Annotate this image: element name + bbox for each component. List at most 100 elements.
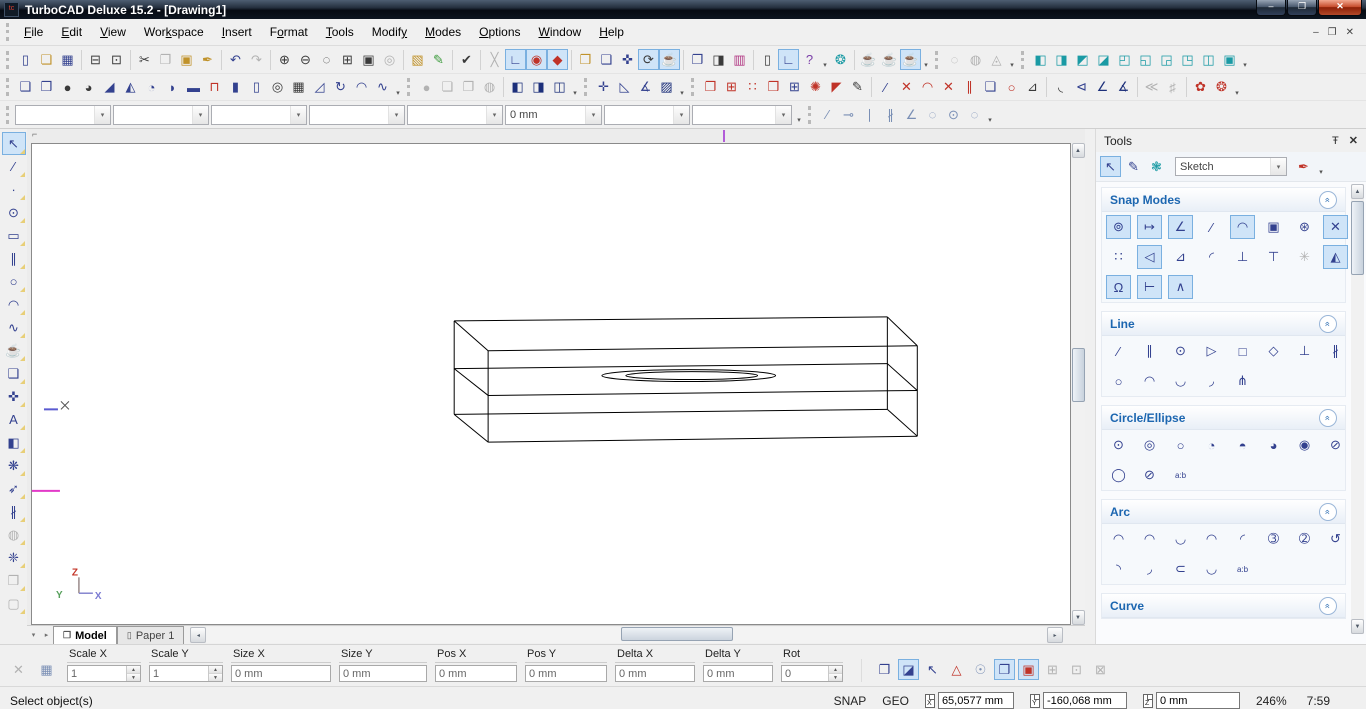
style-select[interactable]: Sketch ▾ — [1175, 157, 1287, 176]
menu-options[interactable]: Options — [470, 21, 529, 43]
arc-mode-icon[interactable]: ◌ — [964, 104, 985, 125]
aspect-lock-icon[interactable]: ◪ — [898, 659, 919, 680]
new-file-icon[interactable]: ▯ — [15, 49, 36, 70]
mdi-close-icon[interactable]: ✕ — [1346, 27, 1354, 38]
named-view-icon[interactable]: ◨ — [708, 49, 729, 70]
box-rotated-icon[interactable]: ❒ — [36, 77, 57, 98]
local-frame-icon[interactable]: ❐ — [994, 659, 1015, 680]
circle-center-radius-icon[interactable]: ⊙ — [1106, 433, 1131, 457]
scale-y-spinner[interactable]: ▲▼ — [208, 666, 222, 681]
line-parallel-icon[interactable]: ∦ — [1323, 339, 1348, 363]
circle-edit-icon[interactable]: ○ — [1001, 77, 1022, 98]
arc-edit-icon[interactable]: ◠ — [917, 77, 938, 98]
panel-close-icon[interactable]: ✕ — [1349, 134, 1358, 147]
size-y-field[interactable]: 0 mm — [339, 665, 427, 682]
line-multiline-icon[interactable]: ∥ — [1137, 339, 1162, 363]
arc-elliptical-rotated-icon[interactable]: ◡ — [1199, 557, 1224, 581]
surface-sphere-icon[interactable]: ● — [416, 77, 437, 98]
sphere-3d-icon[interactable]: ● — [57, 77, 78, 98]
arc-center-radius-icon[interactable]: ◠ — [1106, 527, 1131, 551]
arc-three-point-icon[interactable]: ◠ — [1199, 527, 1224, 551]
circle-mode-icon[interactable]: ◌ — [922, 104, 943, 125]
scroll-up-button[interactable]: ▲ — [1072, 143, 1085, 158]
snap-quadrant-icon[interactable]: ▣ — [1261, 215, 1286, 239]
pos-y-field[interactable]: 0 mm — [525, 665, 607, 682]
workspace-folder-icon[interactable]: ❒ — [575, 49, 596, 70]
selector-3d-icon[interactable]: ◆ — [547, 49, 568, 70]
menu-workspace[interactable]: Workspace — [135, 21, 213, 43]
help-book-icon[interactable]: ? — [799, 49, 820, 70]
extrude-profile-icon[interactable]: ⊓ — [204, 77, 225, 98]
ellipse-rotated-icon[interactable]: ⊘ — [1137, 463, 1162, 487]
select-by-rect-icon[interactable]: ◌ — [944, 49, 965, 70]
toolbar-flyout-chevron[interactable]: ▾ — [820, 48, 830, 71]
array-radial-icon[interactable]: ✺ — [805, 77, 826, 98]
cut-icon[interactable]: ✂ — [134, 49, 155, 70]
rot-spinner[interactable]: ▲▼ — [828, 666, 842, 681]
snap-arc-center-icon[interactable]: ◠ — [1230, 215, 1255, 239]
menu-modify[interactable]: Modify — [363, 21, 416, 43]
tab-paper1[interactable]: ▯ Paper 1 — [117, 626, 184, 644]
hatch-pattern-icon[interactable]: ▨ — [656, 77, 677, 98]
walk-camera-icon[interactable]: ⟳ — [638, 49, 659, 70]
copy-view-icon[interactable]: ❐ — [687, 49, 708, 70]
snap-ortho-icon[interactable]: ⊢ — [1137, 275, 1162, 299]
menu-modes[interactable]: Modes — [416, 21, 470, 43]
rot-field[interactable]: 0▲▼ — [781, 665, 843, 682]
torus-3d-icon[interactable]: ◔ — [141, 77, 162, 98]
circle-center-tool-icon[interactable]: ⊙ — [2, 201, 26, 224]
undo-icon[interactable]: ↶ — [225, 49, 246, 70]
grid-origin-icon[interactable]: ⊡ — [1066, 659, 1087, 680]
hscroll-track[interactable] — [206, 627, 1047, 643]
line-polygon-icon[interactable]: ⊙ — [1168, 339, 1193, 363]
line-bisector-icon[interactable]: ⋔ — [1230, 369, 1255, 393]
rectangle-tool-icon[interactable]: ▭ — [2, 224, 26, 247]
box-3d-tool-icon[interactable]: ❑ — [2, 362, 26, 385]
wedge-plane-icon[interactable]: ◿ — [309, 77, 330, 98]
geo-status-toggle[interactable]: GEO — [882, 694, 909, 708]
view-iso-sw-icon[interactable]: ◳ — [1177, 49, 1198, 70]
segment-mode-icon[interactable]: ∕ — [817, 104, 838, 125]
curve-tool-icon[interactable]: ∿ — [2, 316, 26, 339]
ucs-axes-icon[interactable]: ✛ — [593, 77, 614, 98]
slab-3d-icon[interactable]: ▬ — [183, 77, 204, 98]
toolbar-flyout-chevron[interactable]: ▾ — [1240, 48, 1250, 71]
redo-icon[interactable]: ↷ — [246, 49, 267, 70]
menu-window[interactable]: Window — [530, 21, 591, 43]
circle-three-point-icon[interactable]: ◕ — [1261, 433, 1286, 457]
lamp-lighting-icon[interactable]: ◬ — [986, 49, 1007, 70]
paste-icon[interactable]: ▣ — [176, 49, 197, 70]
snap-angular-icon[interactable]: ∧ — [1168, 275, 1193, 299]
prism-3d-icon[interactable]: ◭ — [120, 77, 141, 98]
bool-union-icon[interactable]: ◧ — [507, 77, 528, 98]
mirror-corner-icon[interactable]: ◤ — [826, 77, 847, 98]
zoom-full-view-icon[interactable]: ▣ — [358, 49, 379, 70]
arc-3d-icon[interactable]: ◠ — [351, 77, 372, 98]
hatch-lines-icon[interactable]: ∥ — [959, 77, 980, 98]
grid-size-icon[interactable]: ⊞ — [1042, 659, 1063, 680]
toolbar-flyout-chevron[interactable]: ▾ — [794, 103, 804, 126]
arc-start-end-icon[interactable]: ◡ — [1168, 527, 1193, 551]
menu-view[interactable]: View — [91, 21, 135, 43]
snap-center-icon[interactable]: ⊛ — [1292, 215, 1317, 239]
spell-check-icon[interactable]: ✔ — [456, 49, 477, 70]
line-perpendicular-icon[interactable]: ⊥ — [1292, 339, 1317, 363]
parallel-mode-icon[interactable]: ∦ — [880, 104, 901, 125]
mouse-coordinate-icon[interactable]: ◉ — [526, 49, 547, 70]
scale-x-spinner[interactable]: ▲▼ — [126, 666, 140, 681]
line-collapse-button[interactable]: « — [1319, 315, 1337, 333]
hscroll-left-button[interactable]: ◂ — [190, 627, 206, 643]
circle-tangent-point-icon[interactable]: ◓ — [1230, 433, 1255, 457]
array-polar-icon[interactable]: ∷ — [742, 77, 763, 98]
format-painter-icon[interactable]: ✒ — [197, 49, 218, 70]
arc-concentric-icon[interactable]: ◠ — [1137, 527, 1162, 551]
view-iso-nw-icon[interactable]: ▣ — [1219, 49, 1240, 70]
circle-collapse-button[interactable]: « — [1319, 409, 1337, 427]
angle-reference-icon[interactable]: ◺ — [614, 77, 635, 98]
delete-node-icon[interactable]: ✕ — [896, 77, 917, 98]
line-tangent-to-arc-icon[interactable]: ○ — [1106, 369, 1131, 393]
surface-boxes-icon[interactable]: ❏ — [437, 77, 458, 98]
restore-button[interactable]: ❐ — [1287, 0, 1317, 16]
snap-toggle-icon[interactable]: ╳ — [484, 49, 505, 70]
snap-tangent-icon[interactable]: ◜ — [1199, 245, 1224, 269]
